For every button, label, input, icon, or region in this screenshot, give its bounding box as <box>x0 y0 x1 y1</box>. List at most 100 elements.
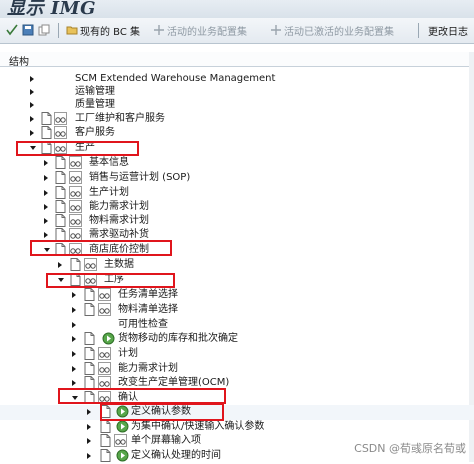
tree-node[interactable]: 能力需求计划 <box>0 362 474 377</box>
tree-node[interactable]: 工厂维护和客户服务 <box>0 112 474 127</box>
tree-node[interactable]: 质量管理 <box>0 98 474 113</box>
document-icon[interactable] <box>70 258 81 271</box>
tree-node[interactable]: 可用性检查 <box>0 318 474 333</box>
tree-node[interactable]: 基本信息 <box>0 156 474 171</box>
document-icon[interactable] <box>55 214 66 227</box>
glasses-icon[interactable] <box>98 362 111 375</box>
save-icon[interactable] <box>22 24 34 36</box>
tree-node-label: 工厂维护和客户服务 <box>75 113 165 124</box>
tree-node-label: 销售与运营计划 (SOP) <box>89 172 191 183</box>
document-icon[interactable] <box>84 288 95 301</box>
tree-node-label: 主数据 <box>104 259 134 270</box>
document-icon[interactable] <box>84 332 95 345</box>
collapsed-arrow-icon[interactable] <box>72 366 76 372</box>
document-icon[interactable] <box>84 303 95 316</box>
collapsed-arrow-icon[interactable] <box>87 424 91 430</box>
change-log-button[interactable]: 更改日志 <box>428 18 468 43</box>
tree-node[interactable]: 为集中确认/快速输入确认参数 <box>0 420 474 435</box>
bc-set-icon <box>271 25 281 35</box>
check-icon[interactable] <box>6 24 18 36</box>
glasses-icon[interactable] <box>84 258 97 271</box>
document-icon[interactable] <box>41 126 52 139</box>
glasses-icon[interactable] <box>69 156 82 169</box>
tree-node[interactable]: 任务清单选择 <box>0 288 474 303</box>
glasses-icon[interactable] <box>69 214 82 227</box>
glasses-icon[interactable] <box>69 200 82 213</box>
glasses-icon[interactable] <box>98 303 111 316</box>
tree-node-label: 货物移动的库存和批次确定 <box>118 333 238 344</box>
tree-node[interactable]: 销售与运营计划 (SOP) <box>0 171 474 186</box>
collapsed-arrow-icon[interactable] <box>87 409 91 415</box>
glasses-icon[interactable] <box>69 171 82 184</box>
collapsed-arrow-icon[interactable] <box>58 262 62 268</box>
execute-icon[interactable] <box>116 449 129 462</box>
collapsed-arrow-icon[interactable] <box>30 102 34 108</box>
collapsed-arrow-icon[interactable] <box>44 232 48 238</box>
document-icon[interactable] <box>100 434 111 447</box>
collapsed-arrow-icon[interactable] <box>30 76 34 82</box>
collapsed-arrow-icon[interactable] <box>44 204 48 210</box>
tree-node-label: 生产计划 <box>89 187 129 198</box>
glasses-icon[interactable] <box>69 186 82 199</box>
glasses-icon[interactable] <box>98 347 111 360</box>
tree-node[interactable]: 货物移动的库存和批次确定 <box>0 332 474 347</box>
document-icon[interactable] <box>55 171 66 184</box>
tree-node[interactable]: 物料清单选择 <box>0 303 474 318</box>
execute-icon[interactable] <box>116 420 129 433</box>
tree-node-label: 质量管理 <box>75 99 115 110</box>
document-icon[interactable] <box>100 420 111 433</box>
document-icon[interactable] <box>55 200 66 213</box>
document-icon[interactable] <box>55 186 66 199</box>
toolbar-separator <box>418 23 419 38</box>
collapsed-arrow-icon[interactable] <box>30 130 34 136</box>
collapsed-arrow-icon[interactable] <box>44 175 48 181</box>
tree-node-label: 能力需求计划 <box>118 363 178 374</box>
collapsed-arrow-icon[interactable] <box>72 380 76 386</box>
document-icon[interactable] <box>84 362 95 375</box>
copy-icon[interactable] <box>38 24 50 36</box>
collapsed-arrow-icon[interactable] <box>30 89 34 95</box>
tree-node-label: 物料清单选择 <box>118 304 178 315</box>
tree-node[interactable]: 主数据 <box>0 258 474 273</box>
tree-node[interactable]: 生产计划 <box>0 186 474 201</box>
collapsed-arrow-icon[interactable] <box>44 160 48 166</box>
collapsed-arrow-icon[interactable] <box>72 307 76 313</box>
document-icon[interactable] <box>55 156 66 169</box>
collapsed-arrow-icon[interactable] <box>72 292 76 298</box>
document-icon[interactable] <box>100 449 111 462</box>
collapsed-arrow-icon[interactable] <box>44 190 48 196</box>
tree-node-label: 任务清单选择 <box>118 289 178 300</box>
document-icon[interactable] <box>41 112 52 125</box>
collapsed-arrow-icon[interactable] <box>72 322 76 328</box>
tree-node-label: 可用性检查 <box>118 319 168 330</box>
tree-node-label: 为集中确认/快速输入确认参数 <box>131 421 265 432</box>
tree-node[interactable]: 定义确认参数 <box>0 405 474 420</box>
glasses-icon[interactable] <box>54 112 67 125</box>
window-title: 显示 IMG <box>7 0 96 18</box>
execute-icon[interactable] <box>102 332 115 345</box>
structure-header: 结构 <box>0 52 474 68</box>
document-icon[interactable] <box>84 347 95 360</box>
tree-node-label: 客户服务 <box>75 127 115 138</box>
glasses-icon[interactable] <box>54 126 67 139</box>
collapsed-arrow-icon[interactable] <box>72 351 76 357</box>
collapsed-arrow-icon[interactable] <box>72 336 76 342</box>
glasses-icon[interactable] <box>98 288 111 301</box>
highlight-box <box>16 141 139 156</box>
tree-node[interactable]: 客户服务 <box>0 126 474 141</box>
application-toolbar: 现有的 BC 集 活动的业务配置集 活动已激活的业务配置集 更改日志 <box>0 18 474 44</box>
tree-node[interactable]: 物料需求计划 <box>0 214 474 229</box>
collapsed-arrow-icon[interactable] <box>30 116 34 122</box>
open-folder-icon[interactable] <box>66 24 78 36</box>
collapsed-arrow-icon[interactable] <box>44 218 48 224</box>
tree-node[interactable]: 计划 <box>0 347 474 362</box>
collapsed-arrow-icon[interactable] <box>87 453 91 459</box>
tree-node-label: 计划 <box>118 348 138 359</box>
tree-node[interactable]: 能力需求计划 <box>0 200 474 215</box>
existing-bc-sets-button[interactable]: 现有的 BC 集 <box>80 18 140 43</box>
glasses-icon[interactable] <box>114 434 127 447</box>
activated-bc-sets-button[interactable]: 活动已激活的业务配置集 <box>284 18 394 43</box>
active-bc-sets-button[interactable]: 活动的业务配置集 <box>167 18 247 43</box>
window-title-bar: 显示 IMG <box>0 0 474 18</box>
collapsed-arrow-icon[interactable] <box>87 438 91 444</box>
